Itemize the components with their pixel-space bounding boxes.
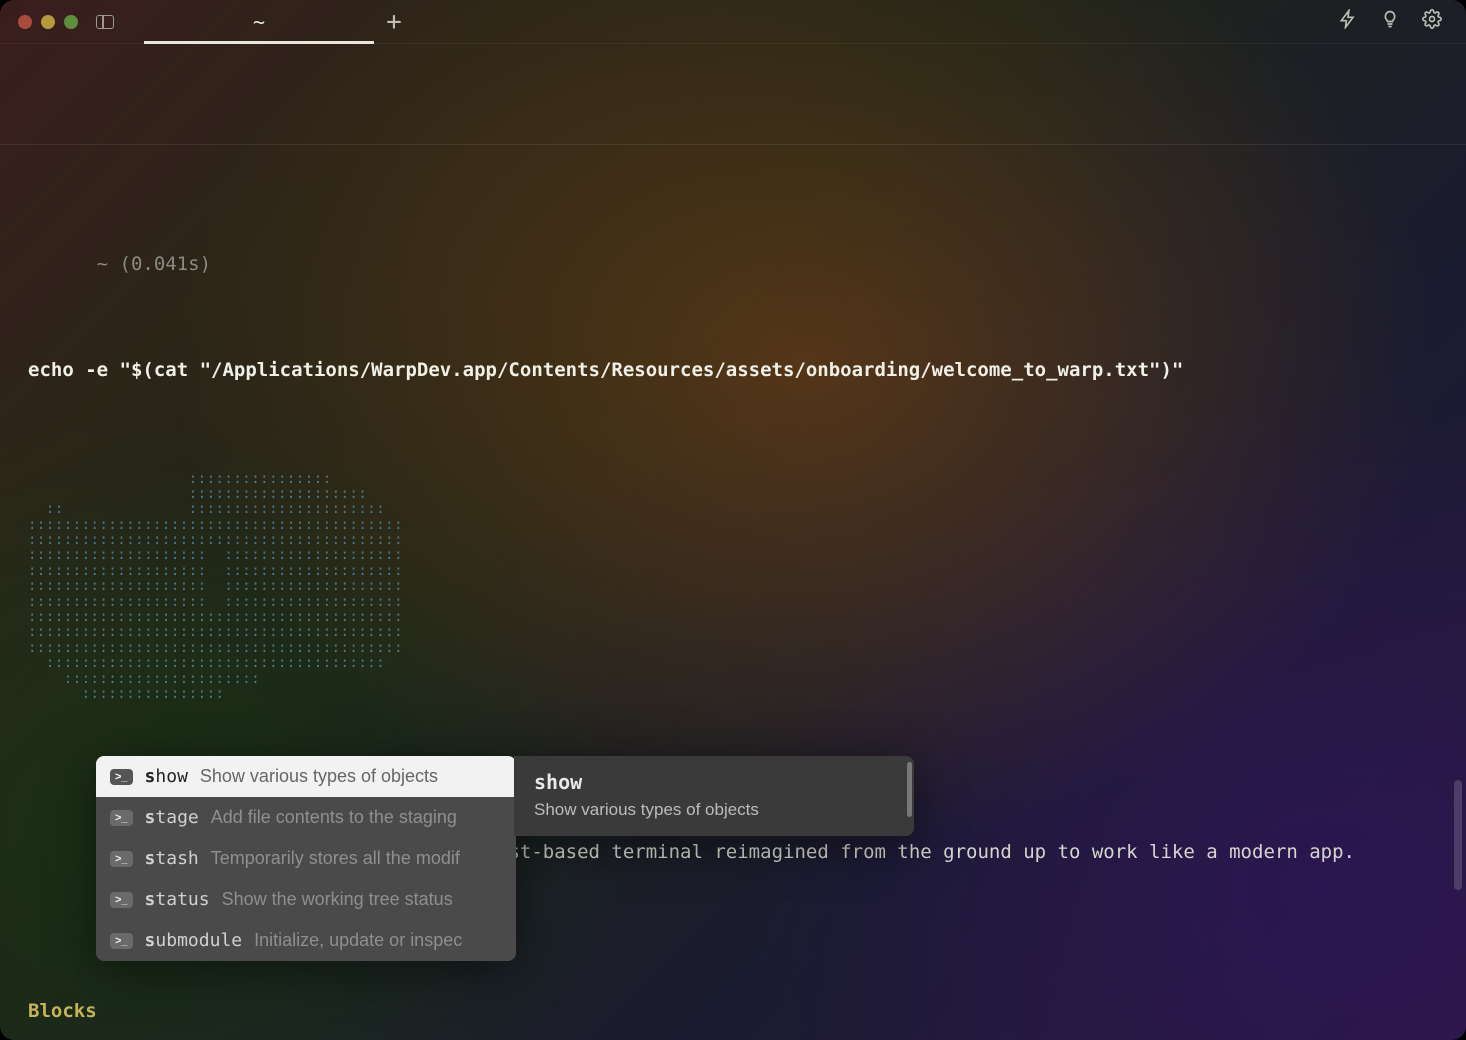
autocomplete-item-name: stage [145, 807, 199, 828]
autocomplete-item-desc: Temporarily stores all the modif [211, 848, 460, 869]
autocomplete-item-name: submodule [145, 930, 243, 951]
section-heading-blocks: Blocks [28, 998, 1438, 1025]
terminal-chip-icon: >_ [110, 769, 133, 785]
window-controls [18, 15, 78, 29]
autocomplete-item-name: status [145, 889, 210, 910]
autocomplete-item[interactable]: >_ stage Add file contents to the staging [96, 797, 516, 838]
bolt-icon[interactable] [1338, 9, 1358, 34]
autocomplete-item[interactable]: >_ status Show the working tree status [96, 879, 516, 920]
autocomplete-item-desc: Show various types of objects [200, 766, 438, 787]
sidebar-toggle-icon[interactable] [96, 15, 114, 29]
minimize-window-button[interactable] [41, 15, 55, 29]
autocomplete-item-name: stash [145, 848, 199, 869]
titlebar: ~ + [0, 0, 1466, 44]
new-tab-button[interactable]: + [374, 7, 414, 37]
terminal-chip-icon: >_ [110, 810, 133, 826]
autocomplete-popup: >_showShow various types of objects>_sta… [96, 756, 914, 961]
autocomplete-item-desc: Show the working tree status [222, 889, 453, 910]
autocomplete-item[interactable]: >_ stash Temporarily stores all the modif [96, 838, 516, 879]
block-command: echo -e "$(cat "/Applications/WarpDev.ap… [28, 357, 1438, 384]
autocomplete-item[interactable]: >_ submodule Initialize, update or inspec [96, 920, 516, 961]
terminal-chip-icon: >_ [110, 851, 133, 867]
autocomplete-item[interactable]: >_ show Show various types of objects [96, 756, 516, 797]
app-window: ~ + ~ (0.041s) echo -e "$(cat "/Applicat… [0, 0, 1466, 1040]
gear-icon[interactable] [1422, 9, 1442, 34]
main-scrollbar[interactable] [1454, 780, 1462, 890]
ascii-art-logo: :::::::::::::::: :::::::::::::::::::: ::… [28, 472, 1438, 703]
zoom-window-button[interactable] [64, 15, 78, 29]
lightbulb-icon[interactable] [1380, 9, 1400, 34]
autocomplete-detail-body: Show various types of objects [534, 800, 894, 820]
tab-home[interactable]: ~ [144, 0, 374, 44]
autocomplete-list[interactable]: >_showShow various types of objects>_sta… [96, 756, 516, 961]
autocomplete-item-desc: Add file contents to the staging [211, 807, 457, 828]
autocomplete-item-desc: Initialize, update or inspec [254, 930, 462, 951]
terminal-chip-icon: >_ [110, 892, 133, 908]
autocomplete-item-name: show [145, 766, 188, 787]
terminal-chip-icon: >_ [110, 933, 133, 949]
block-meta: ~ (0.041s) [28, 224, 1438, 304]
autocomplete-detail: show Show various types of objects [514, 756, 914, 836]
autocomplete-detail-title: show [534, 770, 894, 794]
close-window-button[interactable] [18, 15, 32, 29]
tab-label: ~ [253, 10, 265, 34]
